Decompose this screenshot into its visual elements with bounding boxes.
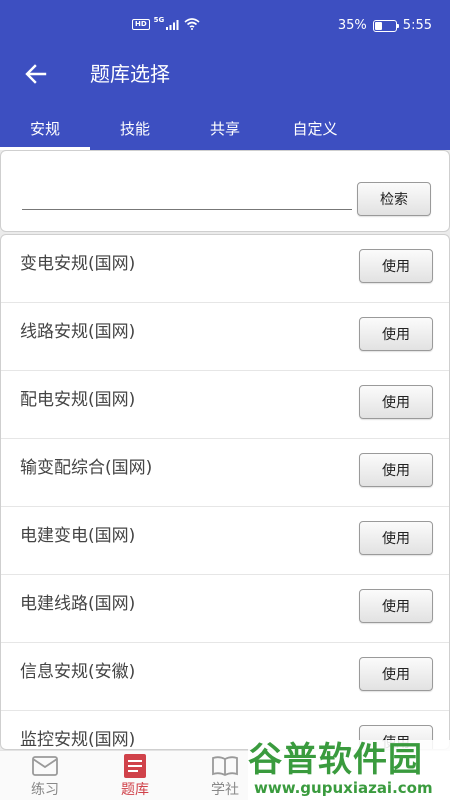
battery-level xyxy=(374,21,382,30)
search-input[interactable] xyxy=(22,182,352,210)
bank-name: 电建变电(国网) xyxy=(20,526,136,546)
category-tabs: 安规 技能 共享 自定义 xyxy=(0,106,450,150)
network-indicators: HD 5G xyxy=(132,16,200,30)
nav-question-bank[interactable]: 题库 xyxy=(90,751,180,800)
arrow-left-icon xyxy=(25,64,47,84)
question-bank-list: 变电安规(国网) 使用 线路安规(国网) 使用 配电安规(国网) 使用 输变配综… xyxy=(0,234,450,750)
list-item: 输变配综合(国网) 使用 xyxy=(1,439,449,507)
hd-badge: HD xyxy=(132,18,150,30)
open-book-icon xyxy=(210,753,240,779)
list-item: 配电安规(国网) 使用 xyxy=(1,371,449,439)
watermark-logo: 谷普软件园 xyxy=(248,740,423,780)
battery-percent: 35% xyxy=(337,18,367,33)
bank-name: 线路安规(国网) xyxy=(20,322,136,342)
tab-label: 自定义 xyxy=(292,119,338,138)
list-item: 电建变电(国网) 使用 xyxy=(1,507,449,575)
nav-practice[interactable]: 练习 xyxy=(0,751,90,800)
bank-name: 电建线路(国网) xyxy=(20,594,136,614)
use-button[interactable]: 使用 xyxy=(359,589,433,623)
status-right: 35% 5:55 xyxy=(338,18,432,33)
list-item: 线路安规(国网) 使用 xyxy=(1,303,449,371)
tab-custom[interactable]: 自定义 xyxy=(270,106,360,150)
envelope-icon xyxy=(30,753,60,779)
nav-label: 题库 xyxy=(121,782,149,798)
document-list-icon xyxy=(120,753,150,779)
page-title: 题库选择 xyxy=(90,62,170,86)
nav-label: 练习 xyxy=(31,782,59,798)
bank-name: 配电安规(国网) xyxy=(20,390,136,410)
bank-name: 输变配综合(国网) xyxy=(20,458,153,478)
bank-name: 监控安规(国网) xyxy=(20,730,136,750)
search-button[interactable]: 检索 xyxy=(357,182,431,216)
list-item: 变电安规(国网) 使用 xyxy=(1,235,449,303)
bank-name: 信息安规(安徽) xyxy=(20,662,136,682)
network-type: 5G xyxy=(153,16,165,24)
tab-shared[interactable]: 共享 xyxy=(180,106,270,150)
list-item: 电建线路(国网) 使用 xyxy=(1,575,449,643)
bank-name: 变电安规(国网) xyxy=(20,254,136,274)
watermark-url: www.gupuxiazai.com xyxy=(254,779,433,797)
use-button[interactable]: 使用 xyxy=(359,657,433,691)
wifi-icon xyxy=(184,18,200,30)
clock: 5:55 xyxy=(402,18,432,33)
use-button[interactable]: 使用 xyxy=(359,385,433,419)
use-button[interactable]: 使用 xyxy=(359,317,433,351)
tab-label: 共享 xyxy=(209,119,240,138)
tab-safety-rules[interactable]: 安规 xyxy=(0,106,90,150)
status-bar: HD 5G 35% 5:55 xyxy=(0,0,450,50)
signal-icon xyxy=(166,19,179,30)
use-button[interactable]: 使用 xyxy=(359,453,433,487)
back-button[interactable] xyxy=(20,58,52,90)
tab-label: 安规 xyxy=(29,119,60,138)
tab-skills[interactable]: 技能 xyxy=(90,106,180,150)
app-header: HD 5G 35% 5:55 题库选择 安规 技能 共享 自定义 xyxy=(0,0,450,150)
battery-icon xyxy=(372,19,399,32)
watermark: 谷普软件园 www.gupuxiazai.com xyxy=(248,740,450,800)
use-button[interactable]: 使用 xyxy=(359,249,433,283)
tab-label: 技能 xyxy=(119,119,150,138)
use-button[interactable]: 使用 xyxy=(359,521,433,555)
list-item: 信息安规(安徽) 使用 xyxy=(1,643,449,711)
